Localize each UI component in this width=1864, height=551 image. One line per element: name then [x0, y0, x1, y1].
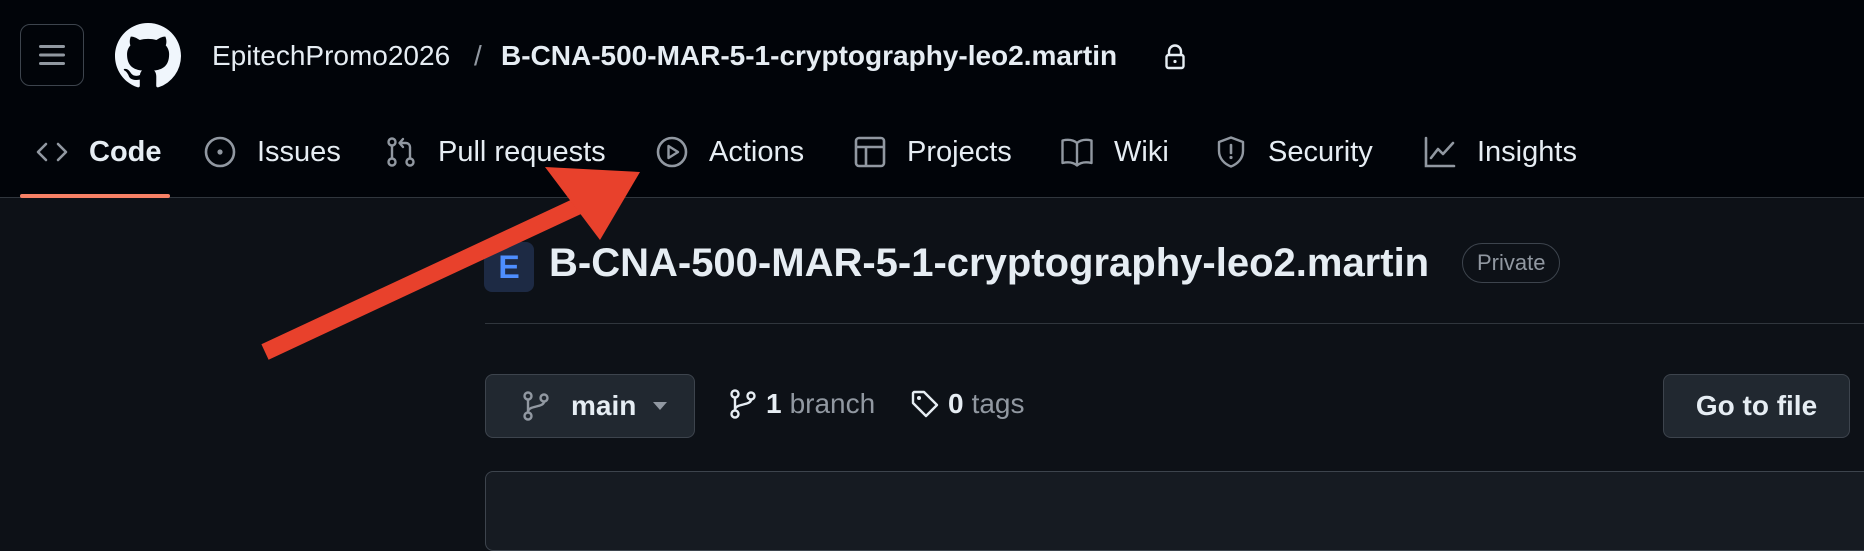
breadcrumb-owner-link[interactable]: EpitechPromo2026	[212, 38, 450, 74]
tab-actions-label: Actions	[709, 135, 805, 168]
go-to-file-button[interactable]: Go to file	[1663, 374, 1850, 438]
shield-icon	[1217, 136, 1245, 168]
tab-security-label: Security	[1268, 135, 1373, 168]
tab-wiki-label: Wiki	[1114, 135, 1169, 168]
tab-projects[interactable]: Projects	[853, 130, 1012, 174]
latest-commit-box	[485, 471, 1864, 551]
tags-link[interactable]: 0 tags	[910, 388, 1025, 420]
tab-projects-label: Projects	[907, 135, 1012, 168]
breadcrumb-repo-link[interactable]: B-CNA-500-MAR-5-1-cryptography-leo2.mart…	[501, 38, 1117, 74]
menu-icon	[39, 45, 65, 65]
tab-wiki[interactable]: Wiki	[1060, 130, 1169, 174]
pull-request-icon	[387, 137, 415, 167]
tab-security[interactable]: Security	[1214, 130, 1373, 174]
tab-pull-requests-label: Pull requests	[438, 135, 606, 168]
code-icon	[36, 142, 68, 162]
repo-header: EpitechPromo2026 / B-CNA-500-MAR-5-1-cry…	[0, 0, 1864, 198]
breadcrumb-separator: /	[474, 40, 482, 71]
tab-issues-label: Issues	[257, 135, 341, 168]
tab-insights-label: Insights	[1477, 135, 1577, 168]
tab-code[interactable]: Code	[35, 130, 162, 174]
issue-icon	[204, 136, 236, 168]
github-logo-icon[interactable]	[115, 23, 181, 89]
tab-pull-requests[interactable]: Pull requests	[384, 130, 606, 174]
book-icon	[1061, 138, 1093, 167]
divider	[485, 323, 1864, 324]
tab-insights[interactable]: Insights	[1423, 130, 1577, 174]
branch-count-label: branch	[789, 388, 876, 419]
branches-link[interactable]: 1 branch	[728, 388, 875, 420]
branch-icon	[523, 391, 549, 421]
tag-count-label: tags	[971, 388, 1025, 419]
lock-icon	[1165, 44, 1185, 70]
branch-selector-button[interactable]: main	[485, 374, 695, 438]
branch-icon	[730, 389, 756, 419]
repo-avatar: E	[484, 242, 534, 292]
hamburger-menu-button[interactable]	[20, 24, 84, 86]
active-tab-underline	[20, 194, 170, 198]
caret-down-icon	[653, 402, 668, 410]
repo-title[interactable]: B-CNA-500-MAR-5-1-cryptography-leo2.mart…	[549, 238, 1429, 288]
branch-name: main	[571, 390, 637, 421]
tab-actions[interactable]: Actions	[655, 130, 804, 174]
play-icon	[656, 136, 688, 168]
tag-icon	[911, 390, 939, 418]
graph-icon	[1424, 136, 1456, 168]
visibility-badge: Private	[1462, 243, 1561, 283]
tab-code-label: Code	[89, 135, 162, 168]
tag-count: 0	[948, 388, 964, 419]
table-icon	[854, 136, 886, 168]
branch-count: 1	[766, 388, 782, 419]
repo-avatar-letter: E	[498, 248, 520, 285]
tab-issues[interactable]: Issues	[203, 130, 341, 174]
